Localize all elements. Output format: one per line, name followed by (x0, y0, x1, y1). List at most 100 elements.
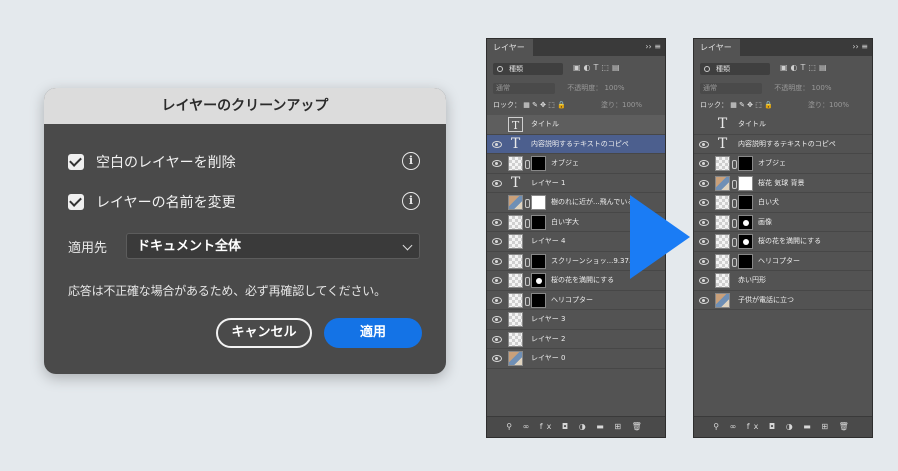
tab-layers[interactable]: レイヤー (694, 39, 740, 56)
visibility-eye-icon[interactable] (699, 296, 709, 304)
lock-icons[interactable]: ▦ ✎ ✥ ⬚ 🔒 (523, 101, 566, 109)
apply-to-select[interactable]: ドキュメント全体 (126, 233, 420, 259)
layer-name[interactable]: ヘリコプター (551, 291, 593, 310)
visibility-eye-icon[interactable] (699, 140, 709, 148)
layer-mask-thumbnail[interactable] (531, 195, 546, 210)
panel-footer-icons[interactable]: ⚲ ∞ fx ◘ ◑ ▬ ⊞ 🗑 (487, 416, 665, 437)
blend-mode-select[interactable]: 通常 (493, 83, 555, 94)
layer-mask-thumbnail[interactable] (738, 214, 753, 230)
chain-link-icon[interactable] (732, 238, 737, 247)
layer-name[interactable]: レイヤー 1 (531, 174, 565, 193)
layer-row[interactable]: T タイトル (487, 115, 665, 135)
chain-link-icon[interactable] (525, 277, 530, 286)
layer-mask-thumbnail[interactable] (738, 175, 753, 191)
layer-name[interactable]: 内容説明するテキストのコピペ (531, 135, 629, 154)
layer-name[interactable]: 桜の花を満開にする (758, 232, 821, 251)
opacity-value[interactable]: 100% (811, 84, 831, 92)
option-rename-layers[interactable]: レイヤーの名前を変更 (68, 192, 236, 212)
chain-link-icon[interactable] (732, 179, 737, 189)
layer-row[interactable]: 子供が電話に立つ (694, 291, 872, 310)
blend-mode-select[interactable]: 通常 (700, 83, 762, 94)
layer-mask-thumbnail[interactable] (531, 273, 546, 288)
apply-button[interactable]: 適用 (324, 318, 422, 348)
fill-value[interactable]: 100% (622, 101, 642, 109)
layer-row[interactable]: レイヤー 2 (487, 330, 665, 349)
chain-link-icon[interactable] (732, 160, 737, 169)
layer-mask-thumbnail[interactable] (531, 156, 546, 171)
layer-name[interactable]: オブジェ (758, 154, 786, 173)
layer-name[interactable]: レイヤー 0 (531, 349, 565, 368)
layer-row[interactable]: 画像 (694, 213, 872, 232)
cancel-button[interactable]: キャンセル (216, 318, 312, 348)
layer-name[interactable]: 画像 (758, 213, 772, 232)
layer-row[interactable]: レイヤー 0 (487, 349, 665, 369)
option-delete-empty[interactable]: 空白のレイヤーを削除 (68, 152, 236, 172)
chain-link-icon[interactable] (525, 199, 530, 208)
layer-row[interactable]: T レイヤー 1 (487, 174, 665, 193)
layer-row[interactable]: T 内容説明するテキストのコピペ (694, 135, 872, 154)
chain-link-icon[interactable] (525, 160, 530, 169)
chain-link-icon[interactable] (525, 257, 530, 267)
visibility-eye-icon[interactable] (699, 179, 709, 187)
visibility-eye-icon[interactable] (492, 335, 502, 343)
layer-row[interactable]: ヘリコプター (694, 252, 872, 271)
visibility-eye-icon[interactable] (492, 316, 502, 323)
layer-name[interactable]: 白い犬 (758, 193, 779, 212)
visibility-eye-icon[interactable] (699, 277, 709, 284)
fill-value[interactable]: 100% (829, 101, 849, 109)
filter-icons[interactable]: ▣◐T⬚▤ (780, 63, 830, 72)
chain-link-icon[interactable] (525, 296, 530, 306)
visibility-eye-icon[interactable] (492, 160, 502, 167)
visibility-eye-icon[interactable] (699, 257, 709, 265)
filter-kind-select[interactable]: 種類 (700, 63, 770, 75)
layer-row[interactable]: オブジェ (694, 154, 872, 174)
layer-row[interactable]: 白い犬 (694, 193, 872, 213)
info-icon[interactable]: i (402, 192, 420, 210)
layer-name[interactable]: スクリーンショッ...9.37.4 (551, 252, 636, 271)
visibility-eye-icon[interactable] (492, 296, 502, 304)
layer-mask-thumbnail[interactable] (738, 195, 753, 210)
chain-link-icon[interactable] (525, 218, 530, 228)
layer-name[interactable]: 桜花 気球 背景 (758, 174, 804, 193)
tab-layers[interactable]: レイヤー (487, 39, 533, 56)
layer-mask-thumbnail[interactable] (531, 292, 546, 308)
visibility-eye-icon[interactable] (492, 257, 502, 265)
layer-name[interactable]: 子供が電話に立つ (738, 291, 794, 310)
layer-name[interactable]: レイヤー 2 (531, 330, 565, 349)
panel-menu-icon[interactable]: ›› ≡ (645, 42, 661, 51)
visibility-eye-icon[interactable] (492, 277, 502, 284)
layer-mask-thumbnail[interactable] (738, 156, 753, 171)
layer-mask-thumbnail[interactable] (738, 234, 753, 249)
visibility-eye-icon[interactable] (699, 218, 709, 226)
layer-name[interactable]: タイトル (738, 115, 766, 134)
layer-row[interactable]: T 内容説明するテキストのコピペ (487, 134, 665, 154)
layer-row[interactable]: 桜の花を満開にする (694, 232, 872, 252)
layer-row[interactable]: オブジェ (487, 154, 665, 174)
layer-row[interactable]: ヘリコプター (487, 291, 665, 310)
lock-icons[interactable]: ▦ ✎ ✥ ⬚ 🔒 (730, 101, 773, 109)
visibility-eye-icon[interactable] (492, 140, 502, 148)
chain-link-icon[interactable] (732, 257, 737, 267)
layer-name[interactable]: レイヤー 4 (531, 232, 565, 251)
visibility-eye-icon[interactable] (492, 218, 502, 226)
filter-kind-select[interactable]: 種類 (493, 63, 563, 75)
layer-name[interactable]: 樹のれに近が...飛んでいる (551, 193, 634, 212)
visibility-eye-icon[interactable] (699, 238, 709, 245)
layer-name[interactable]: レイヤー 3 (531, 310, 565, 329)
layer-name[interactable]: 赤い円形 (738, 271, 766, 290)
layer-name[interactable]: ヘリコプター (758, 252, 800, 271)
visibility-eye-icon[interactable] (699, 199, 709, 206)
layer-name[interactable]: 内容説明するテキストのコピペ (738, 135, 836, 154)
checkbox-delete-empty[interactable] (68, 154, 84, 170)
chain-link-icon[interactable] (732, 218, 737, 228)
visibility-eye-icon[interactable] (492, 355, 502, 362)
chain-link-icon[interactable] (732, 199, 737, 208)
layer-name[interactable]: 白い字大 (551, 213, 579, 232)
layer-row[interactable]: レイヤー 3 (487, 310, 665, 330)
layer-mask-thumbnail[interactable] (738, 253, 753, 269)
layer-mask-thumbnail[interactable] (531, 253, 546, 269)
info-icon[interactable]: i (402, 152, 420, 170)
panel-footer-icons[interactable]: ⚲ ∞ fx ◘ ◑ ▬ ⊞ 🗑 (694, 416, 872, 437)
visibility-eye-icon[interactable] (699, 160, 709, 167)
filter-icons[interactable]: ▣◐T⬚▤ (573, 63, 623, 72)
